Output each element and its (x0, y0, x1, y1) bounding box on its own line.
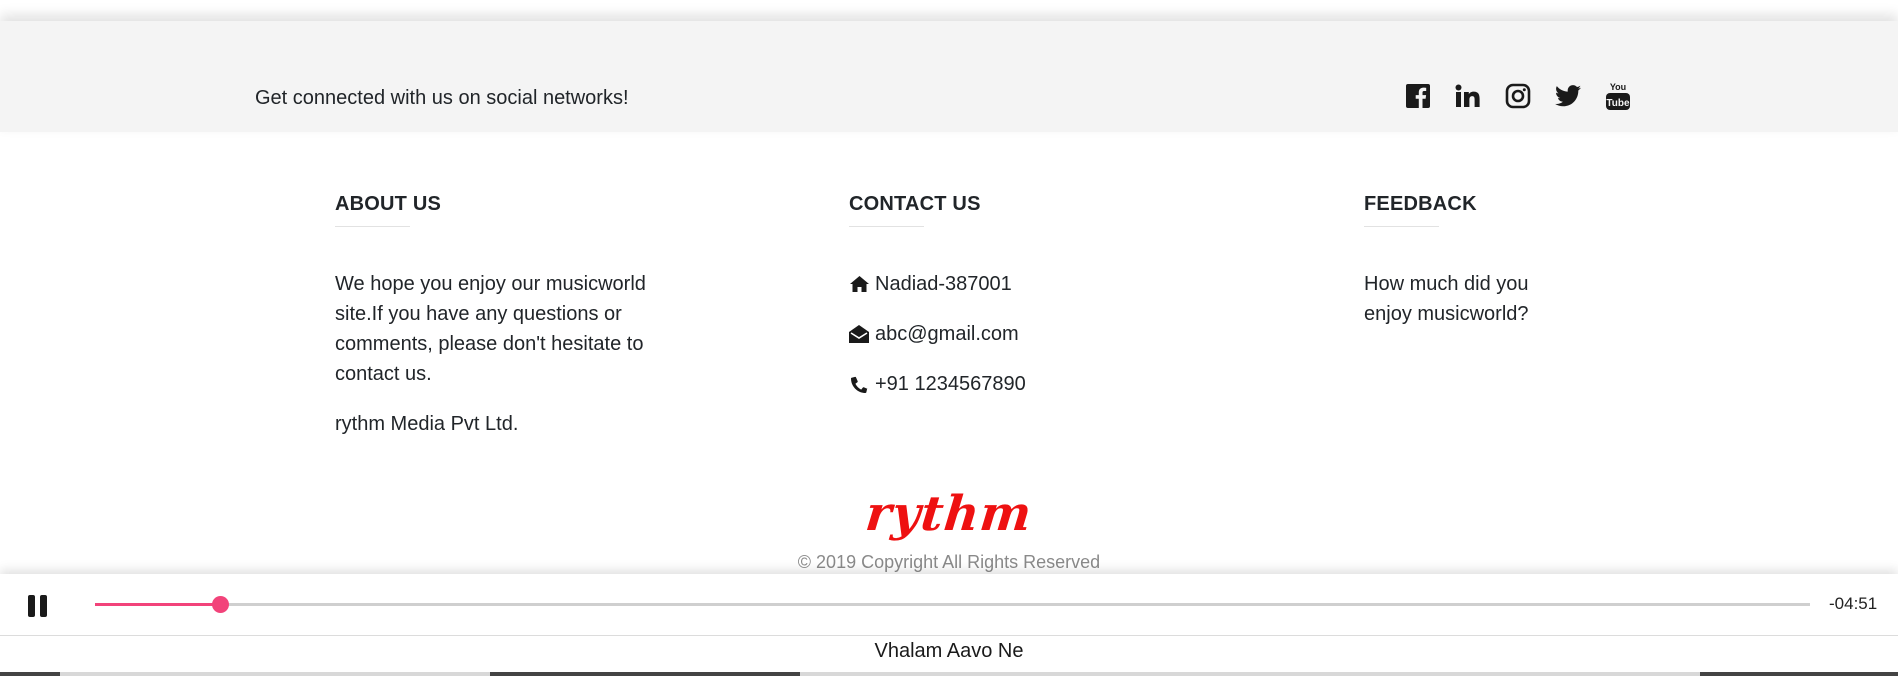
copyright-text: © 2019 Copyright All Rights Reserved (797, 552, 1101, 572)
feedback-text: How much did you enjoy musicworld? (1364, 273, 1529, 325)
phone-text: +91 1234567890 (875, 372, 1026, 395)
youtube-icon[interactable]: You Tube (1603, 81, 1632, 110)
bottom-strip-segment (1700, 672, 1898, 676)
pause-icon-bar-right (40, 595, 47, 617)
about-text: We hope you enjoy our musicworld site.If… (335, 273, 646, 385)
about-heading: ABOUT US (335, 193, 442, 215)
home-icon (849, 274, 869, 294)
about-divider (335, 226, 410, 227)
svg-text:Tube: Tube (1606, 98, 1630, 109)
social-icons: You Tube (1403, 81, 1632, 110)
contact-divider (849, 226, 924, 227)
pause-icon-bar-left (28, 595, 35, 617)
seek-bar-progress (95, 603, 221, 606)
facebook-icon[interactable] (1403, 81, 1432, 110)
bottom-strip (0, 672, 1898, 676)
phone-icon (849, 374, 869, 394)
now-playing-title: Vhalam Aavo Ne (0, 636, 1898, 672)
about-section: ABOUT US We hope you enjoy our musicworl… (335, 193, 675, 439)
contact-address: Nadiad-387001 (849, 269, 1189, 299)
brand-logo[interactable]: rythm (0, 486, 1898, 542)
company-name: rythm Media Pvt Ltd. (335, 413, 519, 435)
seek-bar-thumb[interactable] (212, 596, 230, 613)
audio-player: -04:51 (0, 574, 1898, 636)
instagram-icon[interactable] (1503, 81, 1532, 110)
contact-heading: CONTACT US (849, 193, 981, 215)
contact-email: abc@gmail.com (849, 319, 1189, 349)
time-remaining: -04:51 (1829, 594, 1878, 613)
feedback-section: FEEDBACK How much did you enjoy musicwor… (1364, 193, 1704, 329)
seek-bar[interactable] (95, 596, 1810, 613)
contact-section: CONTACT US Nadiad-387001 abc@gmail.com +… (849, 193, 1189, 419)
social-bar: Get connected with us on social networks… (0, 21, 1898, 132)
pause-button[interactable] (28, 595, 50, 617)
linkedin-icon[interactable] (1453, 81, 1482, 110)
svg-text:You: You (1609, 82, 1625, 92)
bottom-strip-segment (0, 672, 60, 676)
footer-page: Get connected with us on social networks… (0, 0, 1898, 676)
feedback-heading: FEEDBACK (1364, 193, 1477, 215)
address-text: Nadiad-387001 (875, 272, 1012, 295)
twitter-icon[interactable] (1553, 81, 1582, 110)
contact-phone: +91 1234567890 (849, 369, 1189, 399)
email-link[interactable]: abc@gmail.com (875, 323, 1019, 346)
social-tagline: Get connected with us on social networks… (255, 87, 629, 109)
feedback-divider (1364, 226, 1439, 227)
bottom-strip-segment (490, 672, 800, 676)
envelope-open-icon (849, 324, 869, 344)
